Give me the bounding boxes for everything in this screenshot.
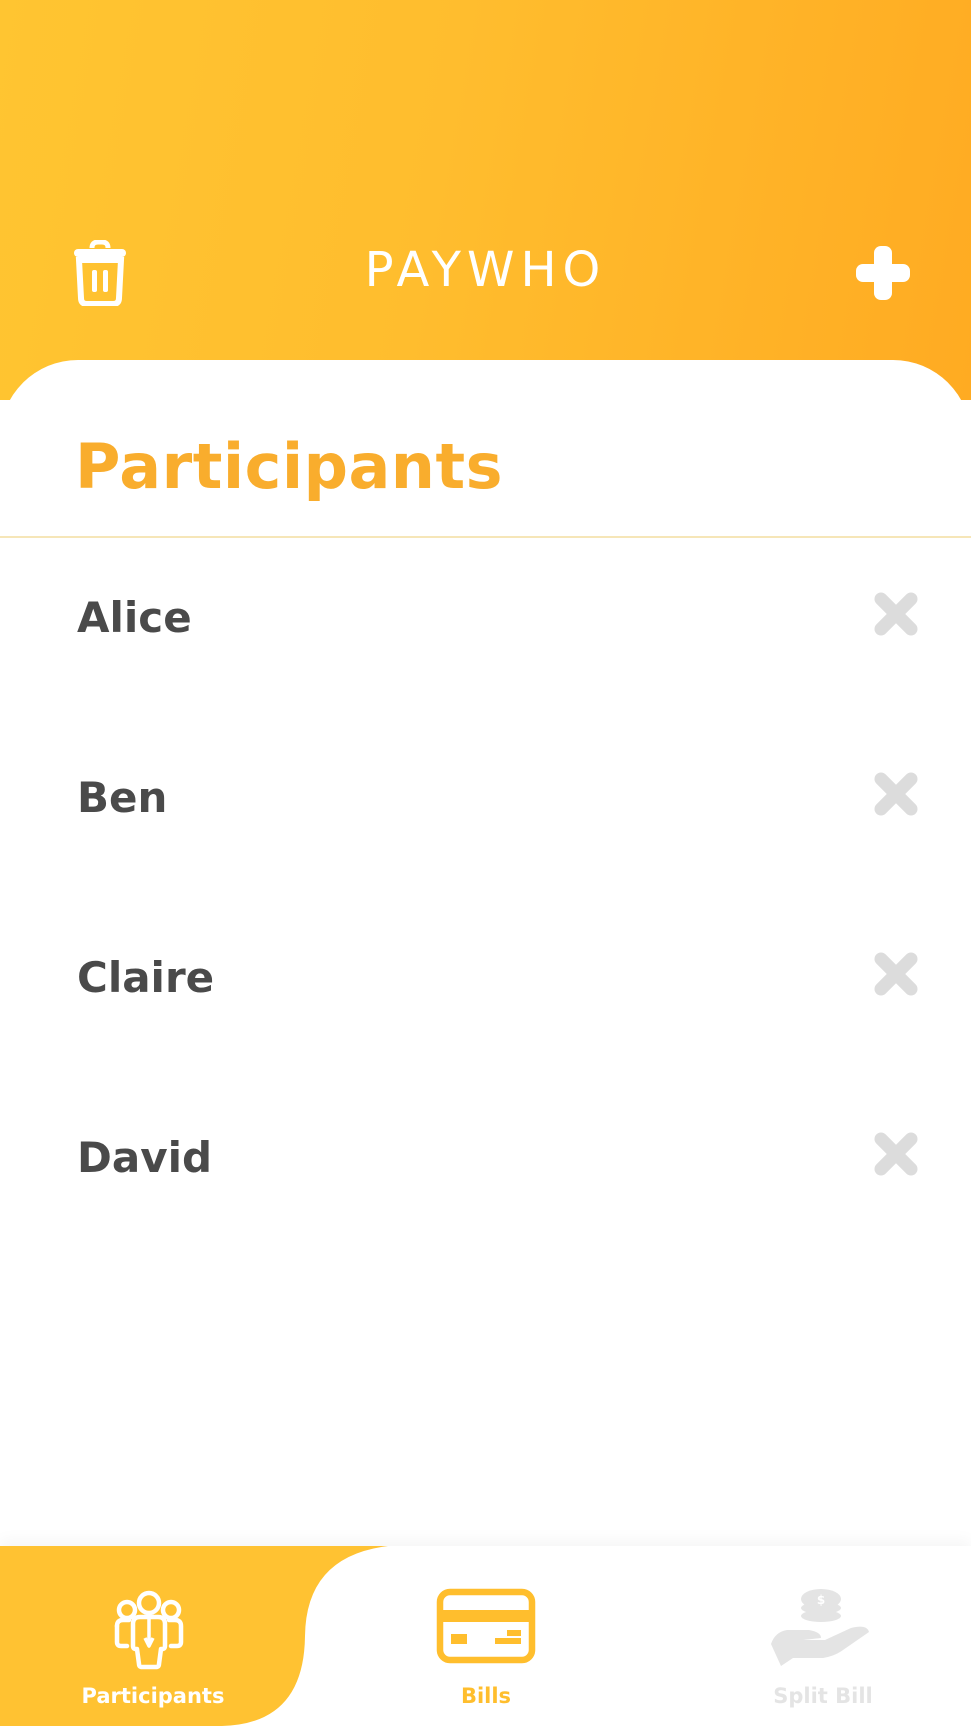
tab-bills[interactable]: Bills [336,1546,636,1726]
participant-row: Alice [0,540,971,720]
close-icon[interactable] [873,951,919,997]
hand-coins-icon: $ [771,1589,869,1666]
divider [0,536,971,538]
participant-name: David [77,1133,213,1182]
close-icon[interactable] [873,1131,919,1177]
people-icon [114,1590,184,1670]
tab-split-bill[interactable]: $ Split Bill [673,1546,971,1726]
section-title: Participants [75,430,503,503]
participant-name: Claire [77,953,215,1002]
header: PAYWHO [0,0,971,400]
participant-row: David [0,1080,971,1260]
app-title: PAYWHO [364,242,607,298]
credit-card-icon [436,1588,536,1664]
participants-card: Participants Alice Ben Claire David [0,360,971,1550]
participant-row: Claire [0,900,971,1080]
tab-label: Bills [460,1684,512,1708]
participant-name: Ben [77,773,168,822]
participants-list: Alice Ben Claire David [0,540,971,1260]
tab-bar: Participants Bills $ Split Bill [0,1546,971,1726]
participant-name: Alice [77,593,192,642]
tab-participants[interactable]: Participants [3,1546,303,1726]
tab-label: Split Bill [773,1684,873,1708]
close-icon[interactable] [873,771,919,817]
close-icon[interactable] [873,591,919,637]
plus-icon[interactable] [854,244,912,302]
tab-label: Participants [81,1684,225,1708]
svg-text:$: $ [817,1593,825,1607]
app-screen: PAYWHO Participants Alice Ben Claire Dav… [0,0,971,1726]
participant-row: Ben [0,720,971,900]
